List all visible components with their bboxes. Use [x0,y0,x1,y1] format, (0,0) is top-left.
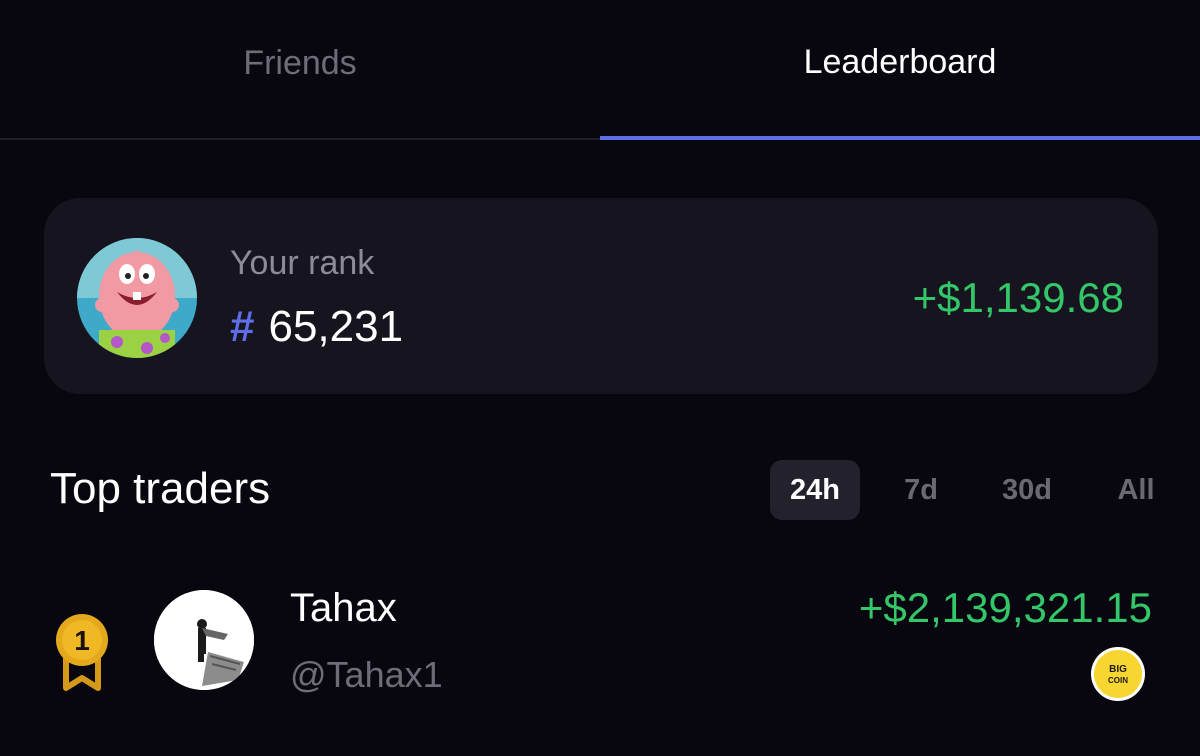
your-pnl: +$1,139.68 [912,274,1124,321]
period-selector: 24h 7d 30d All [770,460,1170,520]
rank-number: 65,231 [268,302,404,351]
gold-medal-icon: 1 [54,612,110,702]
big-coin-badge-icon: BIG COIN [1090,646,1146,702]
period-all[interactable]: All [1108,460,1164,520]
rank-position: 1 [74,625,90,656]
period-24h[interactable]: 24h [770,460,860,520]
tab-friends[interactable]: Friends [0,0,600,140]
period-7d[interactable]: 7d [888,460,954,520]
table-row[interactable]: 1 Tahax @Tahax1 +$2,139,321.15 BIG COIN [0,568,1200,718]
trader-pnl: +$2,139,321.15 [858,584,1152,631]
your-rank-card[interactable]: Your rank # 65,231 +$1,139.68 [44,198,1158,394]
your-rank-value: # 65,231 [230,302,403,352]
your-rank-label: Your rank [230,244,375,282]
svg-text:COIN: COIN [1108,676,1128,685]
trader-handle: @Tahax1 [290,654,443,695]
top-traders-title: Top traders [50,464,271,513]
leaderboard-screen: Friends Leaderboard Your rank # 65,231 +… [0,0,1200,756]
tab-leaderboard[interactable]: Leaderboard [600,0,1200,140]
hash-icon: # [230,302,255,351]
svg-text:BIG: BIG [1109,664,1127,675]
period-30d[interactable]: 30d [988,460,1066,520]
avatar [154,590,254,690]
patrick-avatar-image [77,238,197,358]
trader-name: Tahax [290,586,397,630]
tab-bar: Friends Leaderboard [0,0,1200,140]
trader-avatar-image [154,590,254,690]
avatar [77,238,197,358]
